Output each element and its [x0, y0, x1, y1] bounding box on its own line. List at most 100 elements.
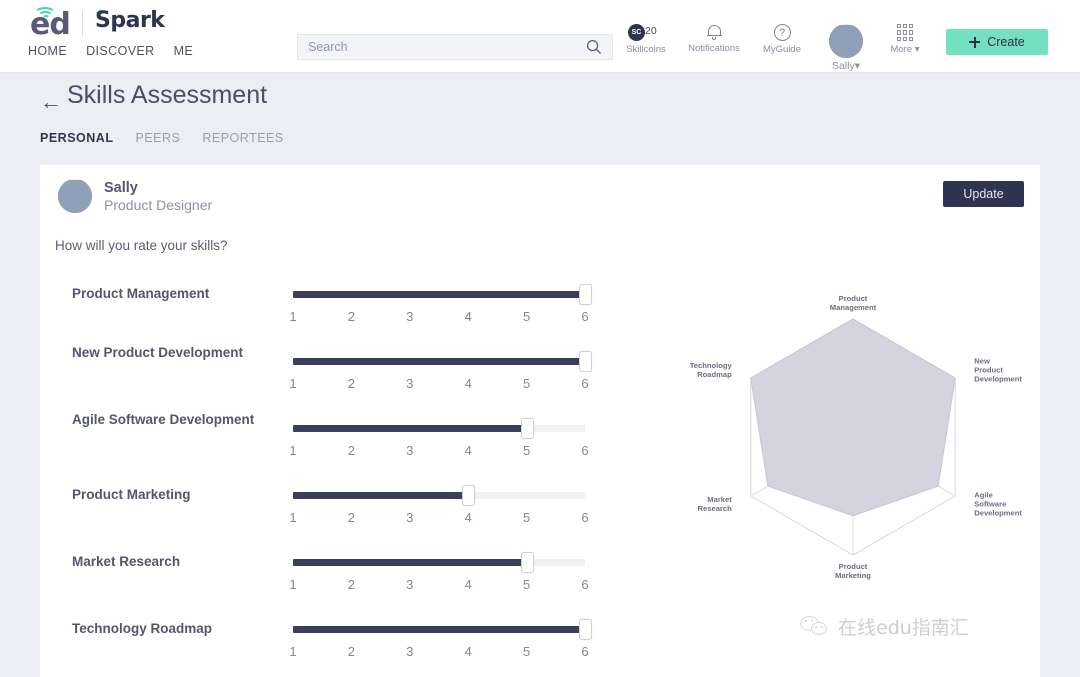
search-bar[interactable] — [297, 34, 613, 60]
slider-tick: 4 — [464, 510, 472, 525]
skill-label: New Product Development — [72, 345, 244, 360]
top-navigation-bar: ed ✦ Spark HOME DISCOVER ME SC 20 Skillc… — [0, 0, 1080, 73]
skill-label: Product Marketing — [72, 487, 191, 502]
slider-thumb[interactable] — [521, 418, 534, 439]
slider-tick: 5 — [522, 309, 531, 324]
skill-slider[interactable] — [293, 351, 592, 372]
slider-track[interactable] — [293, 485, 585, 506]
radar-axis-label: Product Marketing — [835, 562, 871, 580]
slider-track[interactable] — [293, 552, 585, 573]
slider-tick: 2 — [347, 309, 356, 324]
slider-thumb[interactable] — [579, 351, 592, 372]
slider-track[interactable] — [293, 418, 585, 439]
skill-slider-row: Product Management 1 2 3 4 5 6 — [40, 284, 640, 352]
header-item-more[interactable]: More ▾ — [882, 24, 928, 55]
update-button[interactable]: Update — [943, 181, 1024, 207]
slider-tick: 5 — [522, 443, 531, 458]
back-arrow-icon[interactable]: ← — [40, 91, 62, 113]
slider-thumb[interactable] — [579, 284, 592, 305]
slider-track[interactable] — [293, 351, 592, 372]
skill-slider[interactable] — [293, 552, 585, 573]
plus-icon — [969, 36, 981, 48]
radar-chart-svg: Product Management New Product Development Ag… — [690, 294, 1023, 580]
slider-track[interactable] — [293, 619, 592, 640]
avatar-face — [58, 180, 92, 213]
search-input[interactable] — [308, 40, 586, 54]
skillcoin-count: 20 — [645, 25, 657, 37]
page-right-gutter — [1040, 73, 1080, 677]
tab-personal[interactable]: PERSONAL — [40, 131, 113, 145]
slider-tick: 4 — [464, 376, 472, 391]
skill-slider[interactable] — [293, 485, 585, 506]
skill-slider-row: Technology Roadmap 1 2 3 4 5 6 — [40, 619, 640, 677]
chevron-down-icon[interactable]: ▾ — [915, 44, 920, 55]
create-button-label: Create — [987, 35, 1025, 49]
slider-tick: 6 — [581, 376, 589, 391]
skills-assessment-card: Sally Product Designer Update How will y… — [40, 165, 1040, 677]
slider-tick: 4 — [464, 443, 472, 458]
slider-tick: 2 — [347, 376, 356, 391]
slider-tick: 6 — [581, 644, 589, 659]
slider-tick: 3 — [406, 376, 414, 391]
user-menu-label: Sally▾ — [832, 60, 860, 72]
brand-ed-text: ed — [30, 7, 71, 42]
slider-tick: 5 — [522, 510, 531, 525]
slider-tick-labels: 1 2 3 4 5 6 — [289, 644, 589, 662]
slider-tick: 3 — [406, 510, 414, 525]
nav-link-discover[interactable]: DISCOVER — [86, 44, 155, 58]
header-item-user-menu[interactable]: Sally▾ — [822, 24, 870, 72]
avatar — [829, 24, 863, 58]
slider-tick: 3 — [406, 309, 414, 324]
skill-slider-row: Agile Software Development 1 2 3 4 5 6 — [40, 412, 640, 486]
skill-label: Product Management — [72, 286, 210, 301]
page-left-gutter — [0, 165, 40, 677]
slider-tick-labels: 1 2 3 4 5 6 — [289, 309, 589, 327]
slider-tick: 1 — [289, 577, 297, 592]
page-header: ← Skills Assessment PERSONAL PEERS REPOR… — [0, 73, 1080, 165]
slider-thumb[interactable] — [579, 619, 592, 640]
slider-tick: 6 — [581, 309, 589, 324]
slider-tick: 1 — [289, 309, 297, 324]
radar-axis-label: Product Management — [830, 294, 877, 312]
myguide-label: MyGuide — [762, 44, 801, 55]
brand-logo[interactable]: ed ✦ Spark — [22, 5, 202, 42]
skillcoin-badge: SC — [628, 24, 645, 41]
header-item-skillcoins[interactable]: SC 20 Skillcoins — [619, 24, 673, 55]
skill-slider[interactable] — [293, 619, 592, 640]
tab-reportees[interactable]: REPORTEES — [202, 131, 283, 145]
chevron-down-icon[interactable]: ▾ — [855, 60, 860, 72]
slider-tick: 6 — [581, 443, 589, 458]
skill-sliders-list: Product Management 1 2 3 4 5 6 New Product Deve… — [40, 284, 640, 677]
more-label: More ▾ — [890, 44, 919, 55]
skill-slider[interactable] — [293, 418, 585, 439]
slider-tick: 4 — [464, 309, 472, 324]
avatar — [58, 179, 92, 213]
slider-tick: 5 — [522, 644, 531, 659]
header-item-myguide[interactable]: ? MyGuide — [753, 24, 811, 55]
notifications-label: Notifications — [688, 43, 740, 54]
slider-tick: 1 — [289, 443, 297, 458]
radar-axis-label: New Product Development — [974, 357, 1022, 384]
search-icon[interactable] — [586, 39, 602, 55]
slider-tick: 3 — [406, 577, 414, 592]
nav-link-me[interactable]: ME — [174, 44, 194, 58]
create-button[interactable]: Create — [946, 29, 1048, 55]
nav-link-home[interactable]: HOME — [28, 44, 67, 58]
header-item-notifications[interactable]: Notifications — [683, 24, 745, 54]
slider-track[interactable] — [293, 284, 592, 305]
slider-tick: 2 — [347, 443, 356, 458]
slider-thumb[interactable] — [521, 552, 534, 573]
rating-prompt: How will you rate your skills? — [55, 238, 228, 253]
more-text: More — [890, 44, 913, 55]
slider-tick: 5 — [522, 376, 531, 391]
slider-thumb[interactable] — [462, 485, 475, 506]
profile-role: Product Designer — [104, 196, 213, 213]
slider-tick: 6 — [581, 510, 589, 525]
tab-bar: PERSONAL PEERS REPORTEES — [40, 131, 284, 145]
skill-slider-row: Market Research 1 2 3 4 5 6 — [40, 552, 640, 620]
skills-radar-chart: Product Management New Product Development Ag… — [660, 285, 1040, 615]
slider-fill — [293, 626, 585, 633]
tab-peers[interactable]: PEERS — [135, 131, 180, 145]
slider-fill — [293, 425, 527, 432]
skill-slider[interactable] — [293, 284, 592, 305]
